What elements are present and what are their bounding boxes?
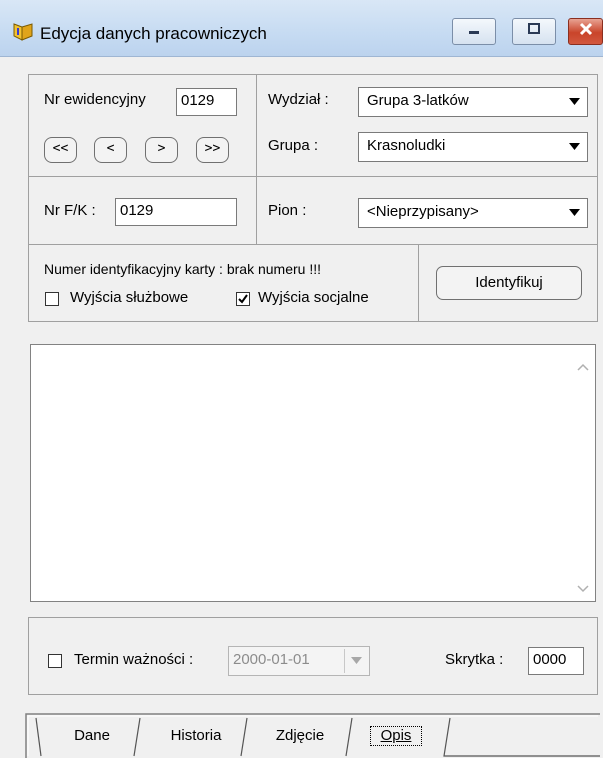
- termin-date-picker[interactable]: 2000-01-01: [228, 646, 370, 676]
- maximize-icon: [513, 21, 555, 41]
- nr-ewidencyjny-label: Nr ewidencyjny: [44, 91, 146, 108]
- tab-zdjecie[interactable]: Zdjęcie: [256, 719, 344, 753]
- wyjscia-socjalne-checkbox[interactable]: [236, 292, 250, 306]
- termin-label: Termin ważności :: [74, 651, 194, 668]
- wyjscia-sluzbowe-label: Wyjścia służbowe: [70, 289, 189, 306]
- chevron-down-icon[interactable]: [563, 201, 585, 225]
- pion-label: Pion :: [268, 202, 307, 219]
- description-memo[interactable]: [30, 344, 596, 602]
- title-bar[interactable]: Edycja danych pracowniczych: [0, 0, 603, 57]
- dialog-window: Edycja danych pracowniczych Nr ewidencyj…: [0, 0, 603, 758]
- tab-opis-label: Opis: [369, 726, 423, 746]
- tab-historia[interactable]: Historia: [152, 719, 240, 753]
- close-button[interactable]: [568, 18, 603, 45]
- chevron-down-icon[interactable]: [563, 90, 585, 114]
- termin-value: 2000-01-01: [233, 651, 310, 668]
- skrytka-field[interactable]: 0000: [528, 647, 584, 675]
- scroll-up-icon[interactable]: [577, 359, 589, 371]
- minimize-button[interactable]: [452, 18, 496, 45]
- nr-ewidencyjny-field[interactable]: 0129: [176, 88, 237, 116]
- wydzial-select[interactable]: Grupa 3-latków: [358, 87, 588, 117]
- wyjscia-socjalne-label: Wyjścia socjalne: [258, 289, 369, 306]
- tab-dane[interactable]: Dane: [54, 719, 130, 753]
- nr-fk-label: Nr F/K :: [44, 202, 96, 219]
- app-shield-icon: [12, 22, 34, 42]
- tab-strip: Dane Historia Zdjęcie Opis: [24, 712, 600, 758]
- skrytka-label: Skrytka :: [445, 651, 504, 668]
- grupa-label: Grupa :: [268, 137, 319, 154]
- last-record-button[interactable]: >>: [196, 137, 229, 163]
- wydzial-value: Grupa 3-latków: [367, 92, 469, 109]
- minimize-icon: [453, 21, 495, 41]
- identify-button[interactable]: Identyfikuj: [436, 266, 582, 300]
- pion-select[interactable]: <Nieprzypisany>: [358, 198, 588, 228]
- window-title: Edycja danych pracowniczych: [40, 24, 267, 43]
- tab-opis[interactable]: Opis: [354, 719, 438, 753]
- card-id-group: [28, 244, 419, 322]
- scroll-down-icon[interactable]: [577, 581, 589, 593]
- checkmark-icon: [238, 294, 248, 304]
- prev-record-button[interactable]: <: [94, 137, 127, 163]
- nr-fk-field[interactable]: 0129: [115, 198, 237, 226]
- pion-value: <Nieprzypisany>: [367, 203, 479, 220]
- wydzial-label: Wydział :: [268, 91, 329, 108]
- grupa-value: Krasnoludki: [367, 137, 446, 154]
- termin-checkbox[interactable]: [48, 654, 62, 668]
- maximize-button[interactable]: [512, 18, 556, 45]
- grupa-select[interactable]: Krasnoludki: [358, 132, 588, 162]
- chevron-down-icon[interactable]: [563, 135, 585, 159]
- first-record-button[interactable]: <<: [44, 137, 77, 163]
- close-icon: [569, 21, 602, 41]
- card-id-text: Numer identyfikacyjny karty : brak numer…: [44, 261, 321, 277]
- next-record-button[interactable]: >: [145, 137, 178, 163]
- wyjscia-sluzbowe-checkbox[interactable]: [45, 292, 59, 306]
- chevron-down-icon[interactable]: [344, 649, 367, 673]
